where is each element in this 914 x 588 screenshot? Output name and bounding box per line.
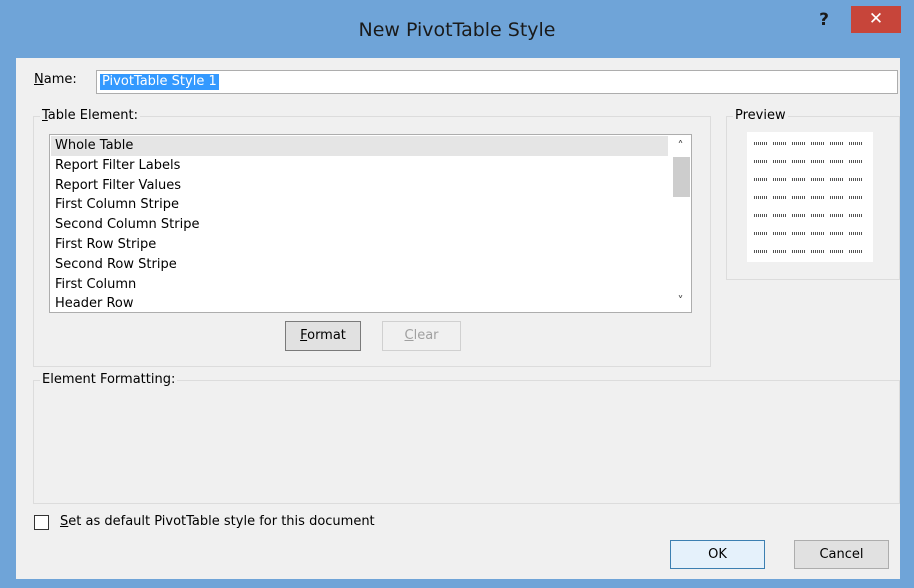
preview-cell	[811, 142, 824, 145]
preview-cell	[792, 142, 805, 145]
dialog-body: Name: PivotTable Style 1 Table Element: …	[16, 58, 900, 579]
preview-cell	[811, 232, 824, 235]
help-button[interactable]: ?	[813, 9, 835, 31]
preview-cell	[849, 196, 862, 199]
preview-group: Preview	[726, 108, 900, 280]
preview-cell	[811, 250, 824, 253]
preview-cell	[754, 196, 767, 199]
scroll-thumb[interactable]	[673, 157, 690, 197]
preview-cell	[830, 178, 843, 181]
preview-cell	[811, 196, 824, 199]
name-label: Name:	[34, 72, 77, 87]
preview-cell	[811, 178, 824, 181]
preview-cell	[811, 160, 824, 163]
preview-label: Preview	[733, 108, 788, 123]
list-item[interactable]: Report Filter Labels	[51, 156, 668, 176]
preview-cell	[830, 196, 843, 199]
preview-cell	[754, 142, 767, 145]
preview-cell	[773, 178, 786, 181]
preview-cell	[830, 142, 843, 145]
preview-cell	[849, 160, 862, 163]
default-style-checkbox-label[interactable]: Set as default PivotTable style for this…	[60, 514, 375, 529]
list-item[interactable]: Whole Table	[51, 136, 668, 156]
preview-cell	[792, 232, 805, 235]
table-element-label: Table Element:	[40, 108, 140, 123]
table-element-list[interactable]: Whole Table Report Filter Labels Report Fi…	[49, 134, 692, 313]
format-button[interactable]: Format	[285, 321, 361, 351]
preview-cell	[754, 214, 767, 217]
preview-cell	[792, 214, 805, 217]
list-item[interactable]: Report Filter Values	[51, 176, 668, 196]
list-item[interactable]: First Row Stripe	[51, 235, 668, 255]
preview-cell	[754, 178, 767, 181]
preview-cell	[792, 196, 805, 199]
preview-cell	[849, 250, 862, 253]
preview-cell	[773, 196, 786, 199]
name-input-value: PivotTable Style 1	[100, 74, 219, 90]
preview-cell	[792, 178, 805, 181]
preview-cell	[849, 142, 862, 145]
list-item[interactable]: Header Row	[51, 294, 668, 312]
preview-cell	[792, 160, 805, 163]
preview-cell	[849, 214, 862, 217]
preview-cell	[830, 160, 843, 163]
name-input[interactable]: PivotTable Style 1	[96, 70, 898, 94]
preview-cell	[792, 250, 805, 253]
close-button[interactable]: ✕	[851, 6, 901, 33]
preview-cell	[830, 232, 843, 235]
preview-cell	[754, 250, 767, 253]
dialog-title: New PivotTable Style	[358, 19, 556, 41]
preview-cell	[830, 214, 843, 217]
title-bar[interactable]: New PivotTable Style ? ✕	[1, 1, 913, 58]
preview-cell	[849, 178, 862, 181]
default-style-checkbox[interactable]	[34, 515, 49, 530]
list-item[interactable]: First Column	[51, 275, 668, 295]
ok-button[interactable]: OK	[670, 540, 765, 569]
list-item[interactable]: Second Column Stripe	[51, 215, 668, 235]
preview-cell	[773, 232, 786, 235]
table-element-group: Table Element: Whole Table Report Filter …	[33, 108, 711, 367]
preview-cell	[811, 214, 824, 217]
list-item[interactable]: Second Row Stripe	[51, 255, 668, 275]
element-formatting-label: Element Formatting:	[40, 372, 178, 387]
new-pivottable-style-dialog: New PivotTable Style ? ✕ Name: PivotTabl…	[0, 0, 914, 588]
style-preview	[747, 132, 873, 262]
preview-cell	[773, 250, 786, 253]
preview-cell	[773, 214, 786, 217]
cancel-button[interactable]: Cancel	[794, 540, 889, 569]
element-formatting-group: Element Formatting:	[33, 372, 900, 504]
clear-button[interactable]: Clear	[382, 321, 461, 351]
list-item[interactable]: First Column Stripe	[51, 195, 668, 215]
preview-cell	[773, 160, 786, 163]
preview-cell	[754, 232, 767, 235]
preview-cell	[754, 160, 767, 163]
preview-cell	[830, 250, 843, 253]
chevron-down-icon[interactable]: ˅	[670, 292, 691, 310]
preview-cell	[849, 232, 862, 235]
chevron-up-icon[interactable]: ˄	[670, 137, 691, 155]
list-scrollbar[interactable]: ˄ ˅	[670, 135, 691, 312]
preview-cell	[773, 142, 786, 145]
